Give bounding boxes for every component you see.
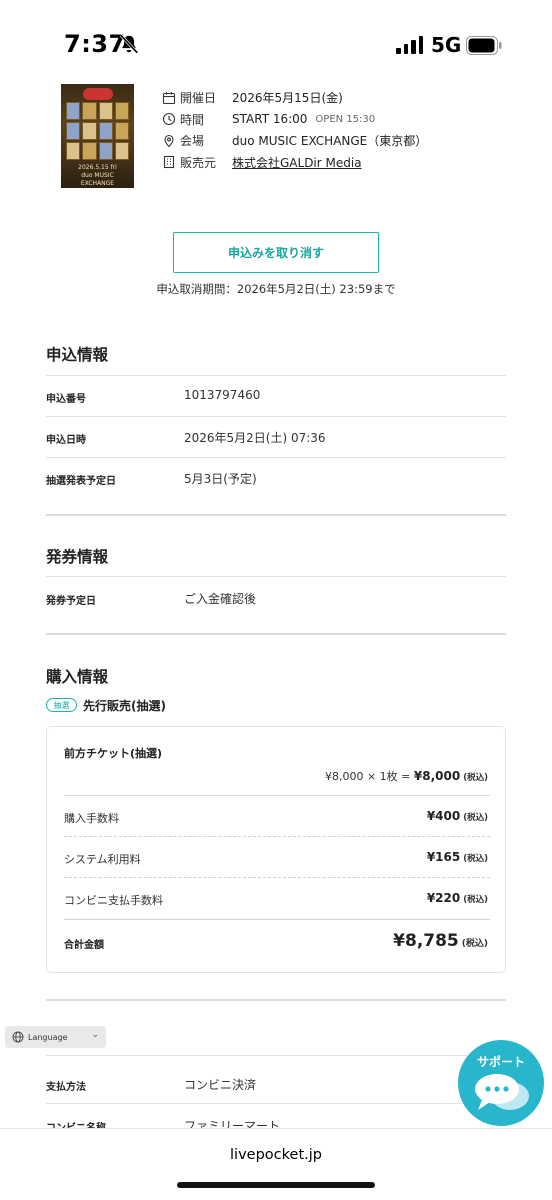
convenience-fee-amount: ¥220 bbox=[426, 891, 461, 905]
location-icon bbox=[164, 134, 174, 148]
event-time-row: 時間 START 16:00 OPEN 15:30 bbox=[162, 109, 427, 131]
section-divider bbox=[46, 514, 506, 516]
building-icon bbox=[163, 156, 175, 169]
support-button[interactable]: サポート bbox=[458, 1040, 544, 1126]
cancel-period-text: 申込取消期間：2026年5月2日(土) 23:59まで bbox=[156, 282, 396, 296]
purchase-fee-label: 購入手数料 bbox=[64, 812, 119, 825]
divider bbox=[46, 416, 506, 417]
ticketing-date-value: ご入金確認後 bbox=[184, 592, 257, 606]
system-fee-amount: ¥165 bbox=[426, 850, 461, 864]
language-label: Language bbox=[28, 1032, 68, 1042]
ticket-name: 前方チケット(抽選) bbox=[64, 747, 163, 760]
section-divider bbox=[46, 999, 506, 1001]
poster-logo bbox=[83, 88, 113, 100]
event-time-label: 時間 bbox=[180, 112, 205, 127]
divider bbox=[64, 919, 490, 920]
divider bbox=[46, 1055, 506, 1056]
home-indicator[interactable] bbox=[177, 1182, 375, 1188]
poster-artwork bbox=[66, 102, 129, 160]
battery-icon bbox=[466, 36, 502, 55]
event-date-row: 開催日 2026年5月15日(金) bbox=[162, 87, 427, 109]
divider bbox=[64, 836, 490, 837]
ticket-price-calculation: ¥8,000 × 1枚 = ¥8,000 (税込) bbox=[325, 768, 488, 784]
divider bbox=[46, 457, 506, 458]
event-date-label: 開催日 bbox=[180, 91, 217, 106]
clock-icon bbox=[162, 113, 176, 126]
event-seller-row: 販売元 株式会社GALDir Media bbox=[162, 152, 427, 174]
convenience-fee-value: ¥220 (税込) bbox=[427, 891, 488, 905]
chevron-down-icon: ⌄ bbox=[91, 1030, 99, 1040]
tax-included-label: (税込) bbox=[463, 854, 488, 864]
application-info-title: 申込情報 bbox=[46, 346, 109, 364]
poster-text: 2026.5.15 fri duo MUSIC EXCHANGE bbox=[78, 164, 117, 187]
event-poster-image[interactable]: 2026.5.15 fri duo MUSIC EXCHANGE bbox=[61, 84, 134, 188]
support-label: サポート bbox=[476, 1055, 525, 1069]
language-selector[interactable]: Language ⌄ bbox=[5, 1026, 106, 1048]
event-seller-label: 販売元 bbox=[180, 155, 217, 170]
status-bar: 7:37 5G bbox=[0, 0, 552, 90]
chat-bubble-icon bbox=[475, 1074, 529, 1110]
lottery-result-date-label: 抽選発表予定日 bbox=[46, 476, 116, 487]
ticketing-date-label: 発券予定日 bbox=[46, 596, 96, 607]
cancel-application-button[interactable]: 申込みを取り消す bbox=[173, 232, 379, 273]
globe-icon bbox=[12, 1031, 24, 1043]
url-text: livepocket.jp bbox=[230, 1147, 322, 1163]
event-seller-link[interactable]: 株式会社GALDir Media bbox=[232, 154, 362, 171]
divider bbox=[46, 1103, 506, 1104]
ticket-subtotal: ¥8,000 bbox=[413, 769, 461, 783]
application-number-label: 申込番号 bbox=[46, 394, 86, 405]
application-number-value: 1013797460 bbox=[184, 388, 261, 402]
ticket-price-formula: ¥8,000 × 1枚 = bbox=[324, 770, 414, 783]
purchase-fee-value: ¥400 (税込) bbox=[427, 809, 488, 823]
signal-icon bbox=[396, 36, 423, 54]
purchase-fee-amount: ¥400 bbox=[426, 809, 461, 823]
section-divider bbox=[46, 633, 506, 635]
event-summary: 2026.5.15 fri duo MUSIC EXCHANGE 開催日 202… bbox=[0, 84, 552, 194]
lottery-badge: 抽選 bbox=[46, 698, 77, 712]
event-venue-row: 会場 duo MUSIC EXCHANGE（東京都） bbox=[162, 130, 427, 152]
application-datetime-value: 2026年5月2日(土) 07:36 bbox=[184, 431, 326, 445]
event-venue-label: 会場 bbox=[180, 134, 205, 149]
payment-method-label: 支払方法 bbox=[46, 1082, 86, 1093]
payment-method-value: コンビニ決済 bbox=[184, 1078, 257, 1092]
tax-included-label: (税込) bbox=[463, 773, 488, 783]
event-date-value: 2026年5月15日(金) bbox=[232, 91, 343, 106]
lottery-result-date-value: 5月3日(予定) bbox=[184, 472, 257, 486]
divider bbox=[64, 877, 490, 878]
event-open-value: OPEN 15:30 bbox=[315, 113, 376, 125]
total-amount-value: ¥8,785 (税込) bbox=[393, 931, 488, 951]
divider bbox=[64, 795, 490, 796]
divider bbox=[46, 576, 506, 577]
convenience-fee-label: コンビニ支払手数料 bbox=[64, 894, 163, 907]
total-amount: ¥8,785 bbox=[393, 931, 459, 951]
calendar-icon bbox=[162, 91, 176, 104]
network-type: 5G bbox=[431, 33, 462, 57]
purchase-info-title: 購入情報 bbox=[46, 668, 109, 686]
status-time: 7:37 bbox=[64, 30, 126, 58]
event-venue-value: duo MUSIC EXCHANGE（東京都） bbox=[232, 134, 428, 149]
sale-type: 先行販売(抽選) bbox=[83, 699, 166, 713]
tax-included-label: (税込) bbox=[463, 895, 488, 905]
bell-off-icon bbox=[119, 34, 139, 54]
tax-included-label: (税込) bbox=[463, 813, 488, 823]
system-fee-value: ¥165 (税込) bbox=[427, 850, 488, 864]
ticketing-info-title: 発券情報 bbox=[46, 548, 109, 566]
application-datetime-label: 申込日時 bbox=[46, 435, 86, 446]
system-fee-label: システム利用料 bbox=[64, 853, 141, 866]
event-start-value: START 16:00 bbox=[232, 112, 308, 127]
browser-address-bar[interactable]: livepocket.jp bbox=[0, 1128, 552, 1200]
total-amount-label: 合計金額 bbox=[64, 940, 104, 951]
divider bbox=[46, 375, 506, 376]
price-breakdown-card: 前方チケット(抽選) ¥8,000 × 1枚 = ¥8,000 (税込) 購入手数… bbox=[46, 726, 506, 973]
event-info: 開催日 2026年5月15日(金) 時間 START 16:00 OPEN 15… bbox=[162, 87, 427, 173]
tax-included-label: (税込) bbox=[461, 939, 488, 949]
